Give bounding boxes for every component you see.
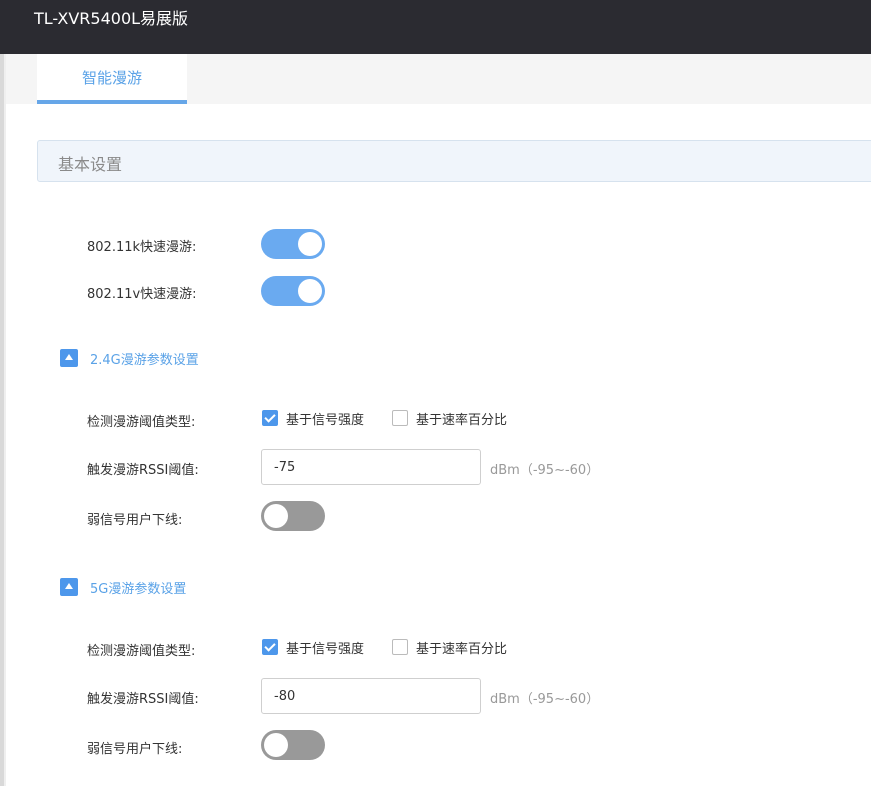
checkbox-checked-icon[interactable] <box>262 410 278 426</box>
label-threshold-type-24g: 检测漫游阈值类型: <box>87 415 196 430</box>
label-80211k: 802.11k快速漫游: <box>87 240 197 255</box>
option-label: 基于信号强度 <box>286 642 365 657</box>
option-label: 基于信号强度 <box>286 413 365 428</box>
rssi-input-5g[interactable] <box>261 678 481 714</box>
app-title: TL-XVR5400L易展版 <box>34 9 189 28</box>
section-header-basic: 基本设置 <box>37 140 871 182</box>
toggle-weak-signal-24g[interactable] <box>261 501 325 531</box>
toggle-knob <box>264 733 288 757</box>
rssi-unit-5g: dBm（-95~-60） <box>490 692 600 707</box>
tab-active-indicator <box>37 100 187 104</box>
rssi-unit-24g: dBm（-95~-60） <box>490 463 600 478</box>
label-weak-signal-5g: 弱信号用户下线: <box>87 742 183 757</box>
label-threshold-type-5g: 检测漫游阈值类型: <box>87 644 196 659</box>
section-title: 基本设置 <box>58 155 123 174</box>
option-label: 基于速率百分比 <box>416 413 508 428</box>
toggle-80211v[interactable] <box>261 276 325 306</box>
left-border-inner <box>4 54 6 786</box>
collapse-up-icon[interactable] <box>60 578 78 596</box>
tab-bar: 智能漫游 <box>6 54 871 104</box>
label-weak-signal-24g: 弱信号用户下线: <box>87 513 183 528</box>
group-title-24g: 2.4G漫游参数设置 <box>90 353 199 368</box>
option-label: 基于速率百分比 <box>416 642 508 657</box>
collapse-up-icon[interactable] <box>60 349 78 367</box>
toggle-knob <box>298 279 322 303</box>
label-rssi-24g: 触发漫游RSSI阈值: <box>87 463 199 478</box>
toggle-knob <box>298 232 322 256</box>
checkbox-unchecked-icon[interactable] <box>392 639 408 655</box>
group-title-5g: 5G漫游参数设置 <box>90 582 187 597</box>
tab-label: 智能漫游 <box>81 69 142 87</box>
toggle-80211k[interactable] <box>261 229 325 259</box>
top-bar: TL-XVR5400L易展版 <box>0 0 871 54</box>
tab-smart-roaming[interactable]: 智能漫游 <box>37 54 187 104</box>
checkbox-unchecked-icon[interactable] <box>392 410 408 426</box>
label-rssi-5g: 触发漫游RSSI阈值: <box>87 692 199 707</box>
rssi-input-24g[interactable] <box>261 449 481 485</box>
toggle-knob <box>264 504 288 528</box>
toggle-weak-signal-5g[interactable] <box>261 730 325 760</box>
label-80211v: 802.11v快速漫游: <box>87 287 197 302</box>
checkbox-checked-icon[interactable] <box>262 639 278 655</box>
